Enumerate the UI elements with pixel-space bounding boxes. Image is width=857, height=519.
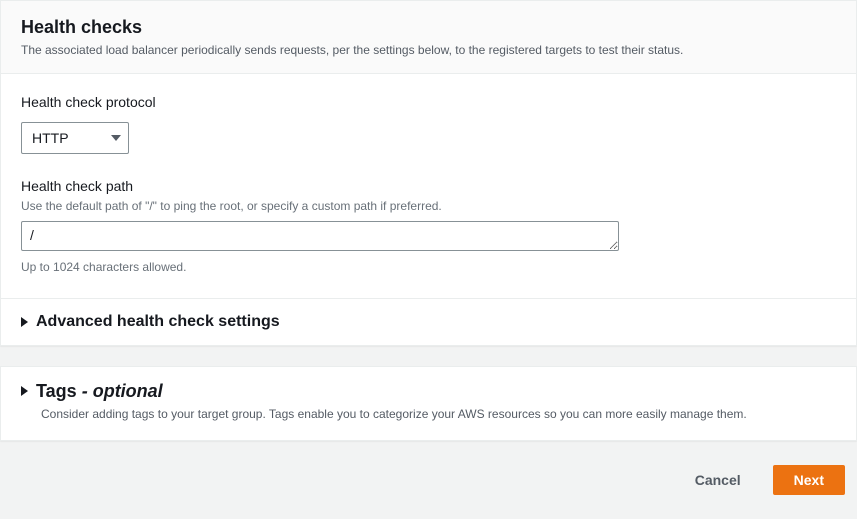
tags-panel: Tags - optional Consider adding tags to … [0, 366, 857, 442]
tags-toggle[interactable]: Tags - optional [21, 381, 836, 402]
next-button[interactable]: Next [773, 465, 845, 495]
path-constraint: Up to 1024 characters allowed. [21, 260, 836, 274]
protocol-select-wrap: HTTP HTTPS [21, 122, 129, 154]
path-label: Health check path [21, 178, 836, 194]
health-checks-header: Health checks The associated load balanc… [1, 1, 856, 74]
tags-description: Consider adding tags to your target grou… [41, 406, 836, 423]
path-field: Health check path Use the default path o… [21, 178, 836, 274]
path-hint: Use the default path of "/" to ping the … [21, 198, 836, 215]
health-checks-description: The associated load balancer periodicall… [21, 42, 836, 59]
tags-title-prefix: Tags [36, 381, 77, 401]
caret-right-icon [21, 386, 28, 396]
protocol-field: Health check protocol HTTP HTTPS [21, 94, 836, 154]
footer-actions: Cancel Next [0, 441, 857, 507]
protocol-label: Health check protocol [21, 94, 836, 110]
health-checks-panel: Health checks The associated load balanc… [0, 0, 857, 346]
protocol-select[interactable]: HTTP HTTPS [21, 122, 129, 154]
health-checks-title: Health checks [21, 17, 836, 38]
path-input[interactable] [21, 221, 619, 251]
caret-right-icon [21, 317, 28, 327]
tags-title: Tags - optional [36, 381, 163, 402]
tags-title-suffix: - optional [82, 381, 163, 401]
advanced-settings-toggle[interactable]: Advanced health check settings [1, 298, 856, 345]
health-checks-body: Health check protocol HTTP HTTPS Health … [1, 74, 856, 298]
advanced-settings-title: Advanced health check settings [36, 313, 280, 331]
cancel-button[interactable]: Cancel [675, 465, 761, 495]
